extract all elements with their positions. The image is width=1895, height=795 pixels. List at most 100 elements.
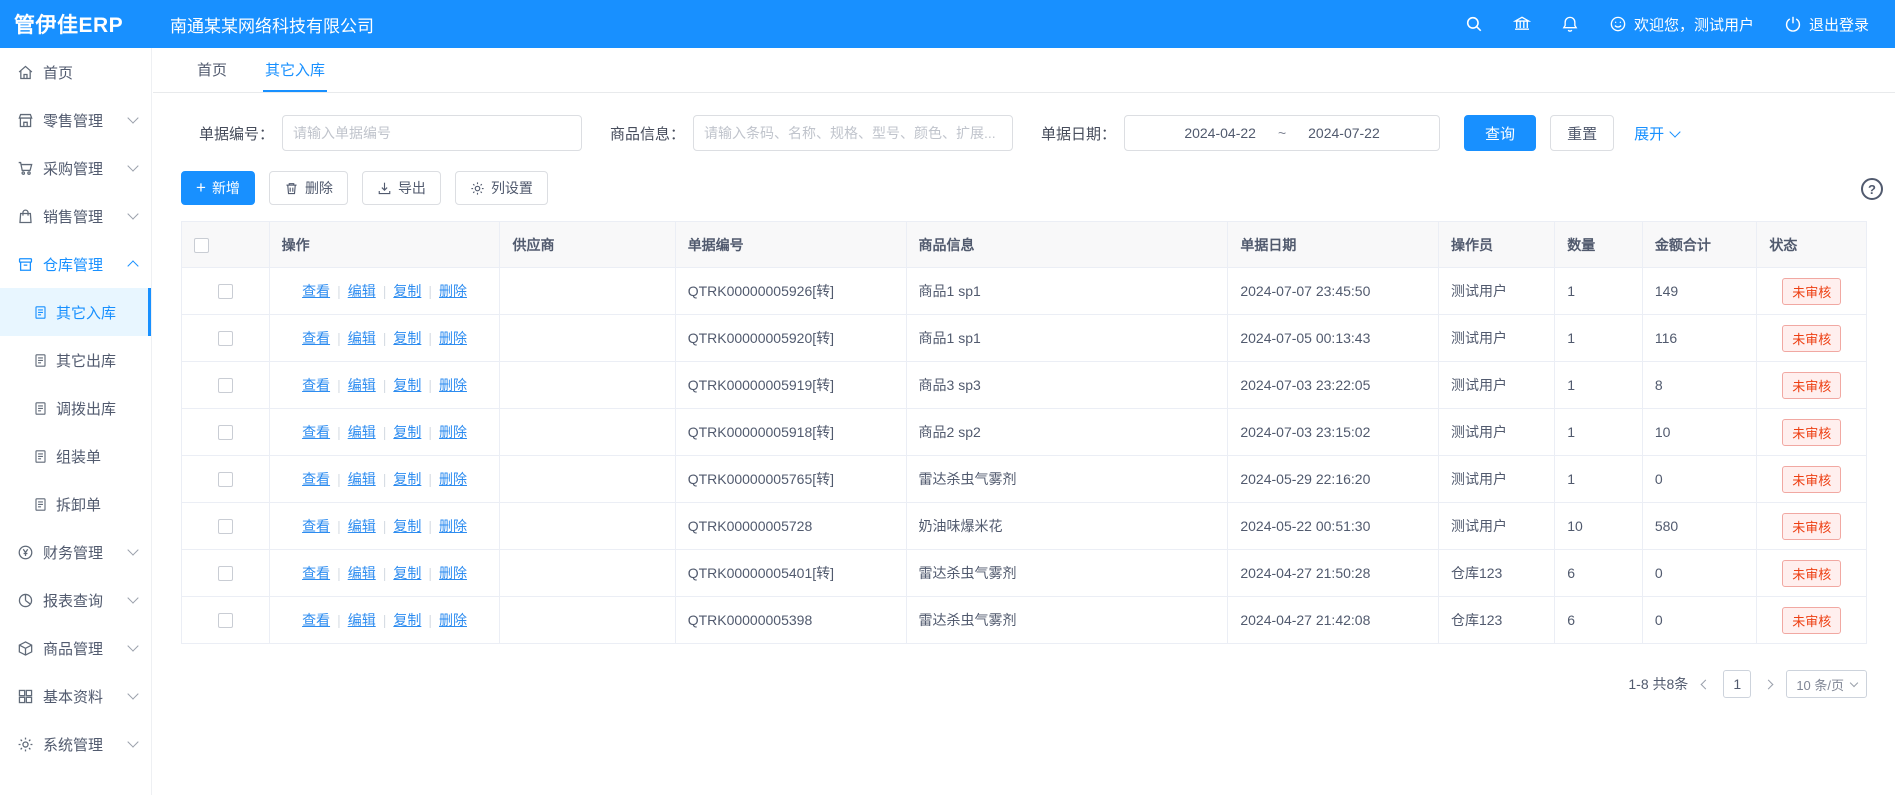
sidebar-item-sales[interactable]: 销售管理 — [0, 192, 151, 240]
prev-page-button[interactable] — [1700, 681, 1711, 688]
tab-home[interactable]: 首页 — [195, 48, 229, 92]
row-action-view[interactable]: 查看 — [302, 565, 330, 581]
row-action-delete[interactable]: 删除 — [439, 424, 467, 440]
filter-date: 单据日期： 2024-04-22 ~ 2024-07-22 — [1041, 115, 1440, 151]
reset-button[interactable]: 重置 — [1550, 115, 1614, 151]
row-checkbox[interactable] — [218, 613, 233, 628]
sidebar-item-finance[interactable]: 财务管理 — [0, 528, 151, 576]
row-action-view[interactable]: 查看 — [302, 612, 330, 628]
sidebar-item-disassembly[interactable]: 拆卸单 — [0, 480, 151, 528]
export-button[interactable]: 导出 — [362, 171, 441, 205]
search-icon[interactable] — [1465, 15, 1483, 33]
cell-status: 未审核 — [1757, 456, 1867, 503]
date-end-value[interactable]: 2024-07-22 — [1308, 125, 1380, 141]
row-checkbox[interactable] — [218, 566, 233, 581]
row-action-edit[interactable]: 编辑 — [348, 424, 376, 440]
row-checkbox[interactable] — [218, 284, 233, 299]
row-checkbox[interactable] — [218, 472, 233, 487]
row-action-edit[interactable]: 编辑 — [348, 377, 376, 393]
sidebar-item-assembly[interactable]: 组装单 — [0, 432, 151, 480]
sidebar-item-label: 零售管理 — [43, 110, 103, 131]
row-action-edit[interactable]: 编辑 — [348, 612, 376, 628]
row-action-copy[interactable]: 复制 — [393, 283, 421, 299]
row-action-copy[interactable]: 复制 — [393, 330, 421, 346]
row-action-edit[interactable]: 编辑 — [348, 283, 376, 299]
product-info-input[interactable] — [693, 115, 1013, 151]
sidebar-item-system[interactable]: 系统管理 — [0, 720, 151, 768]
row-action-view[interactable]: 查看 — [302, 471, 330, 487]
cell-amount: 8 — [1642, 362, 1757, 409]
expand-link[interactable]: 展开 — [1634, 123, 1679, 144]
row-action-copy[interactable]: 复制 — [393, 518, 421, 534]
row-action-view[interactable]: 查看 — [302, 283, 330, 299]
row-action-edit[interactable]: 编辑 — [348, 330, 376, 346]
filter-product-info: 商品信息： — [610, 115, 1013, 151]
row-action-delete[interactable]: 删除 — [439, 283, 467, 299]
row-action-copy[interactable]: 复制 — [393, 377, 421, 393]
search-button[interactable]: 查询 — [1464, 115, 1536, 151]
cell-date: 2024-07-03 23:15:02 — [1228, 409, 1439, 456]
row-actions-cell: 查看|编辑|复制|删除 — [269, 550, 500, 597]
row-action-delete[interactable]: 删除 — [439, 565, 467, 581]
row-action-edit[interactable]: 编辑 — [348, 565, 376, 581]
row-action-copy[interactable]: 复制 — [393, 424, 421, 440]
date-range-input[interactable]: 2024-04-22 ~ 2024-07-22 — [1124, 115, 1440, 151]
sidebar-item-report[interactable]: 报表查询 — [0, 576, 151, 624]
next-page-button[interactable] — [1763, 681, 1774, 688]
row-action-delete[interactable]: 删除 — [439, 377, 467, 393]
cell-operator: 测试用户 — [1438, 315, 1554, 362]
help-icon[interactable]: ? — [1861, 178, 1883, 200]
sidebar-item-home[interactable]: 首页 — [0, 48, 151, 96]
row-action-edit[interactable]: 编辑 — [348, 471, 376, 487]
current-page-button[interactable]: 1 — [1723, 670, 1751, 698]
row-action-view[interactable]: 查看 — [302, 518, 330, 534]
col-date: 单据日期 — [1228, 222, 1439, 268]
sidebar-item-purchase[interactable]: 采购管理 — [0, 144, 151, 192]
row-actions-cell: 查看|编辑|复制|删除 — [269, 362, 500, 409]
sidebar-item-other-outbound[interactable]: 其它出库 — [0, 336, 151, 384]
logout-button[interactable]: 退出登录 — [1784, 14, 1869, 35]
cell-status: 未审核 — [1757, 315, 1867, 362]
sidebar-item-other-inbound[interactable]: 其它入库 — [0, 288, 151, 336]
welcome-user[interactable]: 欢迎您，测试用户 — [1609, 14, 1754, 35]
order-no-input[interactable] — [282, 115, 582, 151]
cell-amount: 149 — [1642, 268, 1757, 315]
tab-other-inbound[interactable]: 其它入库 — [263, 48, 327, 92]
sidebar-item-label: 销售管理 — [43, 206, 103, 227]
row-action-delete[interactable]: 删除 — [439, 471, 467, 487]
date-start-value[interactable]: 2024-04-22 — [1184, 125, 1256, 141]
sidebar: 首页零售管理采购管理销售管理仓库管理其它入库其它出库调拨出库组装单拆卸单财务管理… — [0, 48, 152, 795]
row-action-copy[interactable]: 复制 — [393, 471, 421, 487]
delete-button[interactable]: 删除 — [269, 171, 348, 205]
cell-product-info: 商品1 sp1 — [906, 268, 1228, 315]
cell-qty: 1 — [1555, 362, 1643, 409]
sidebar-item-label: 财务管理 — [43, 542, 103, 563]
sidebar-item-product[interactable]: 商品管理 — [0, 624, 151, 672]
row-checkbox[interactable] — [218, 425, 233, 440]
row-action-view[interactable]: 查看 — [302, 377, 330, 393]
bank-icon[interactable] — [1513, 15, 1531, 33]
row-action-delete[interactable]: 删除 — [439, 518, 467, 534]
row-checkbox[interactable] — [218, 331, 233, 346]
sidebar-item-warehouse[interactable]: 仓库管理 — [0, 240, 151, 288]
doc-icon — [33, 497, 48, 512]
row-action-copy[interactable]: 复制 — [393, 565, 421, 581]
row-action-delete[interactable]: 删除 — [439, 612, 467, 628]
row-checkbox-cell — [182, 597, 270, 644]
sidebar-item-retail[interactable]: 零售管理 — [0, 96, 151, 144]
row-action-view[interactable]: 查看 — [302, 424, 330, 440]
row-action-edit[interactable]: 编辑 — [348, 518, 376, 534]
add-button[interactable]: + 新增 — [181, 171, 255, 205]
bell-icon[interactable] — [1561, 15, 1579, 33]
row-checkbox[interactable] — [218, 519, 233, 534]
row-action-copy[interactable]: 复制 — [393, 612, 421, 628]
sidebar-item-base[interactable]: 基本资料 — [0, 672, 151, 720]
row-checkbox[interactable] — [218, 378, 233, 393]
sidebar-item-label: 商品管理 — [43, 638, 103, 659]
page-size-select[interactable]: 10 条/页 — [1786, 670, 1867, 698]
row-action-view[interactable]: 查看 — [302, 330, 330, 346]
column-settings-button[interactable]: 列设置 — [455, 171, 548, 205]
select-all-checkbox[interactable] — [194, 238, 209, 253]
sidebar-item-transfer-outbound[interactable]: 调拨出库 — [0, 384, 151, 432]
row-action-delete[interactable]: 删除 — [439, 330, 467, 346]
